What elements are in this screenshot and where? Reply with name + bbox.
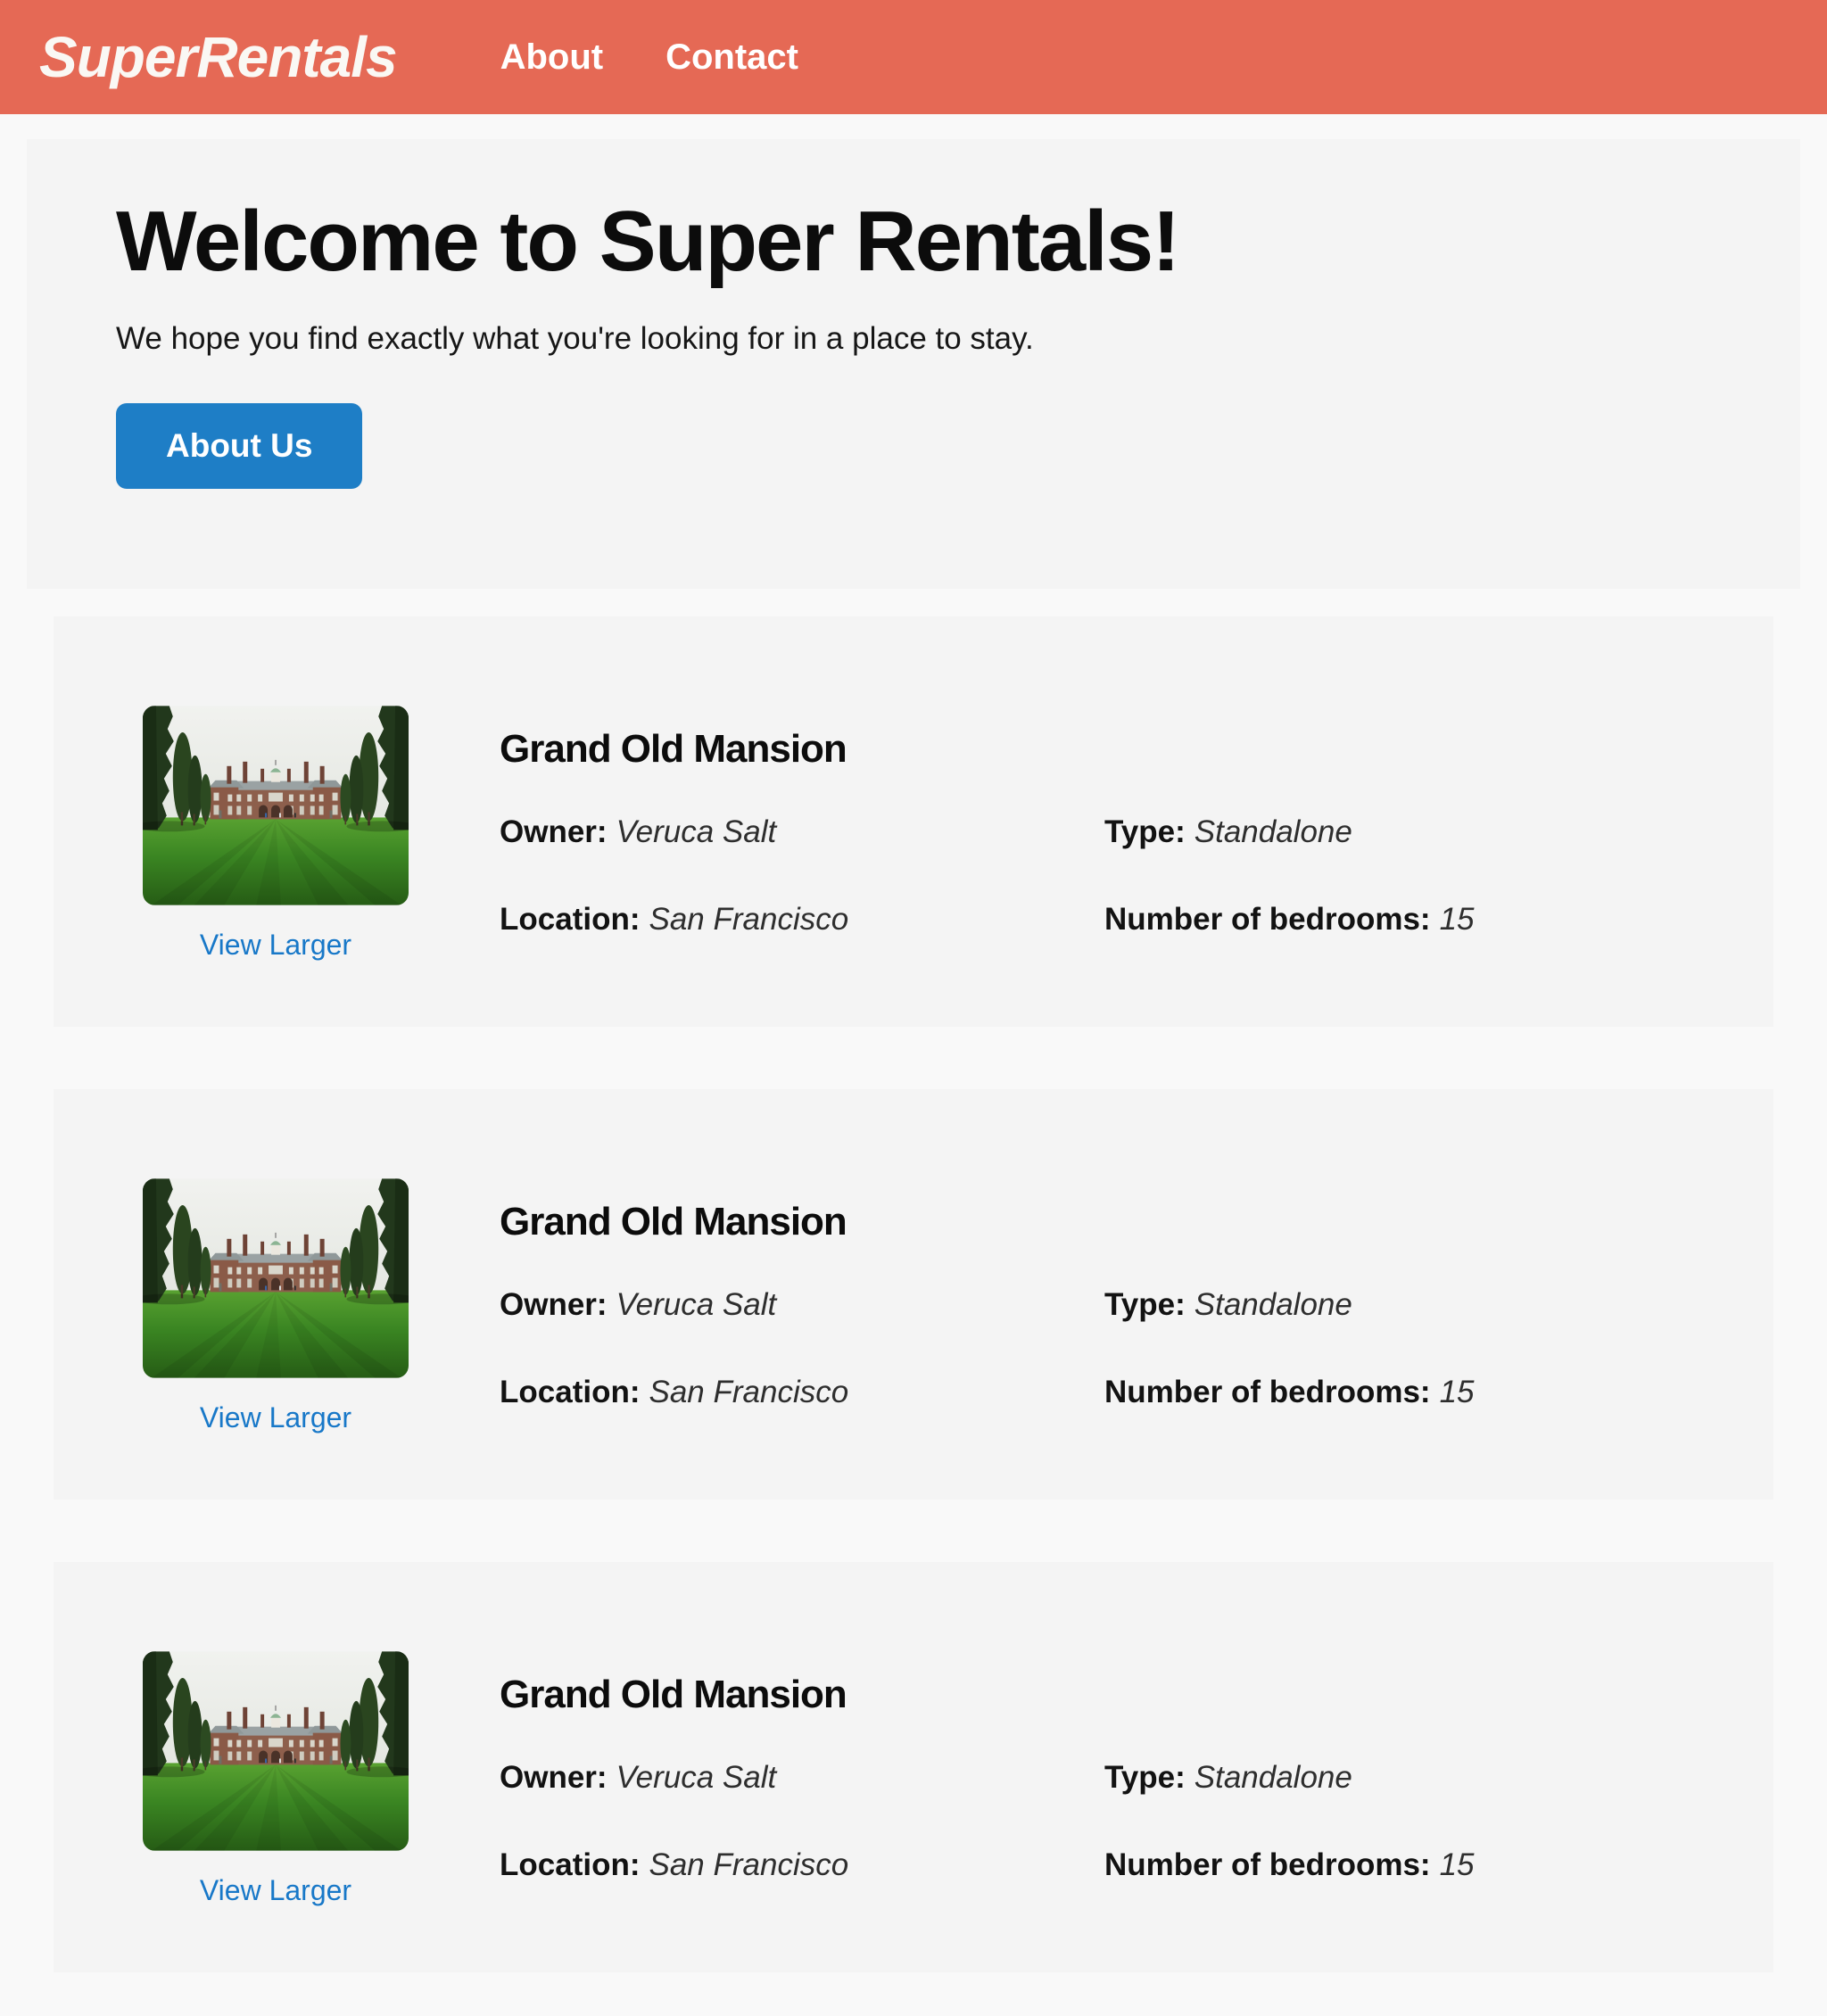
owner-detail: Owner: Veruca Salt (500, 1760, 1104, 1796)
bedrooms-label: Number of bedrooms: (1104, 1847, 1431, 1882)
rental-listing-card: View Larger Grand Old Mansion Owner: Veru… (54, 1089, 1773, 1500)
type-detail: Type: Standalone (1104, 1287, 1684, 1323)
welcome-subtitle: We hope you find exactly what you're loo… (116, 321, 1034, 357)
rental-title: Grand Old Mansion (500, 1200, 847, 1243)
location-label: Location: (500, 1375, 641, 1409)
type-value: Standalone (1194, 814, 1352, 849)
rental-image-column: View Larger (143, 1651, 409, 1972)
type-detail: Type: Standalone (1104, 814, 1684, 850)
rental-detail-grid: Owner: Veruca Salt Type: Standalone Locati… (500, 1760, 1684, 1883)
top-navbar: SuperRentals About Contact (0, 0, 1827, 114)
bedrooms-detail: Number of bedrooms: 15 (1104, 1375, 1684, 1410)
type-value: Standalone (1194, 1760, 1352, 1795)
rental-title: Grand Old Mansion (500, 727, 847, 771)
welcome-jumbotron: Welcome to Super Rentals! We hope you fi… (27, 139, 1800, 589)
rental-title: Grand Old Mansion (500, 1673, 847, 1716)
location-detail: Location: San Francisco (500, 1375, 1104, 1410)
mansion-photo-image[interactable] (143, 1651, 409, 1851)
bedrooms-detail: Number of bedrooms: 15 (1104, 902, 1684, 938)
nav-link-contact[interactable]: Contact (665, 37, 798, 78)
bedrooms-label: Number of bedrooms: (1104, 902, 1431, 937)
bedrooms-label: Number of bedrooms: (1104, 1375, 1431, 1409)
about-us-button[interactable]: About Us (116, 403, 363, 490)
view-larger-link[interactable]: View Larger (200, 929, 351, 962)
owner-value: Veruca Salt (616, 814, 777, 849)
rental-detail-grid: Owner: Veruca Salt Type: Standalone Locati… (500, 814, 1684, 938)
rental-listing-card: View Larger Grand Old Mansion Owner: Veru… (54, 1562, 1773, 1972)
nav-link-about[interactable]: About (500, 37, 604, 78)
brand-logo[interactable]: SuperRentals (39, 24, 398, 90)
location-value: San Francisco (649, 1847, 849, 1882)
rental-listings: View Larger Grand Old Mansion Owner: Veru… (0, 616, 1827, 1972)
type-detail: Type: Standalone (1104, 1760, 1684, 1796)
rental-listing-card: View Larger Grand Old Mansion Owner: Veru… (54, 616, 1773, 1027)
owner-label: Owner: (500, 814, 608, 849)
owner-detail: Owner: Veruca Salt (500, 1287, 1104, 1323)
bedrooms-value: 15 (1439, 1375, 1475, 1409)
rental-details: Grand Old Mansion Owner: Veruca Salt Type… (500, 706, 1684, 1027)
bedrooms-value: 15 (1439, 1847, 1475, 1882)
location-label: Location: (500, 902, 641, 937)
owner-detail: Owner: Veruca Salt (500, 814, 1104, 850)
rental-details: Grand Old Mansion Owner: Veruca Salt Type… (500, 1178, 1684, 1500)
rental-details: Grand Old Mansion Owner: Veruca Salt Type… (500, 1651, 1684, 1972)
bedrooms-detail: Number of bedrooms: 15 (1104, 1847, 1684, 1883)
rental-image-column: View Larger (143, 1178, 409, 1500)
location-value: San Francisco (649, 1375, 849, 1409)
location-detail: Location: San Francisco (500, 1847, 1104, 1883)
type-label: Type: (1104, 814, 1186, 849)
rental-detail-grid: Owner: Veruca Salt Type: Standalone Locati… (500, 1287, 1684, 1410)
location-detail: Location: San Francisco (500, 902, 1104, 938)
owner-label: Owner: (500, 1287, 608, 1322)
location-label: Location: (500, 1847, 641, 1882)
rental-image-column: View Larger (143, 706, 409, 1027)
view-larger-link[interactable]: View Larger (200, 1874, 351, 1907)
location-value: San Francisco (649, 902, 849, 937)
type-value: Standalone (1194, 1287, 1352, 1322)
view-larger-link[interactable]: View Larger (200, 1401, 351, 1434)
type-label: Type: (1104, 1760, 1186, 1795)
type-label: Type: (1104, 1287, 1186, 1322)
page-title: Welcome to Super Rentals! (116, 194, 1180, 289)
bedrooms-value: 15 (1439, 902, 1475, 937)
mansion-photo-image[interactable] (143, 1178, 409, 1378)
owner-value: Veruca Salt (616, 1287, 777, 1322)
mansion-photo-image[interactable] (143, 706, 409, 905)
owner-label: Owner: (500, 1760, 608, 1795)
owner-value: Veruca Salt (616, 1760, 777, 1795)
